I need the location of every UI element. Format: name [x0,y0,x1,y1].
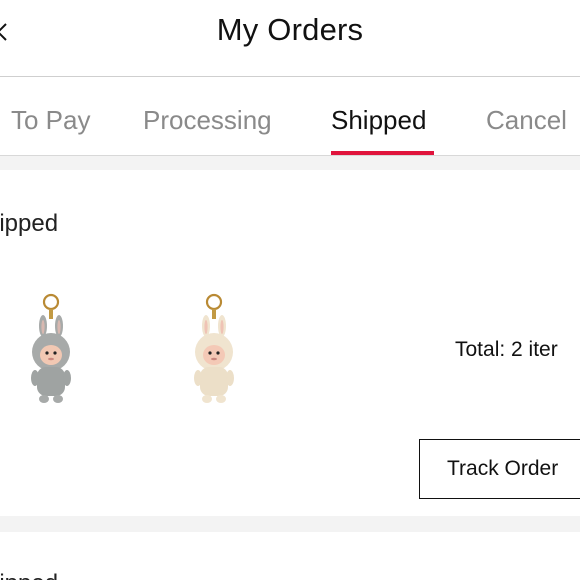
order-status: hipped [0,570,58,580]
tab-cancel[interactable]: Cancel [486,105,567,136]
order-card[interactable]: hipped [0,170,580,516]
product-image-gray-plush[interactable] [21,292,81,412]
tab-to-pay[interactable]: To Pay [11,105,91,136]
my-orders-screen: My Orders To Pay Processing Shipped Canc… [0,0,580,580]
order-card[interactable]: hipped [0,532,580,580]
order-total: Total: 2 iter [455,338,558,361]
product-image-beige-plush[interactable] [184,292,244,412]
track-order-button[interactable]: Track Order [419,439,580,499]
section-separator [0,516,580,532]
section-separator [0,156,580,170]
active-tab-indicator [331,151,434,155]
header: My Orders [0,0,580,77]
page-title: My Orders [216,12,364,47]
order-tabs: To Pay Processing Shipped Cancel [0,77,580,156]
order-status: hipped [0,210,59,237]
tab-shipped[interactable]: Shipped [331,105,426,136]
tab-processing[interactable]: Processing [143,105,272,136]
